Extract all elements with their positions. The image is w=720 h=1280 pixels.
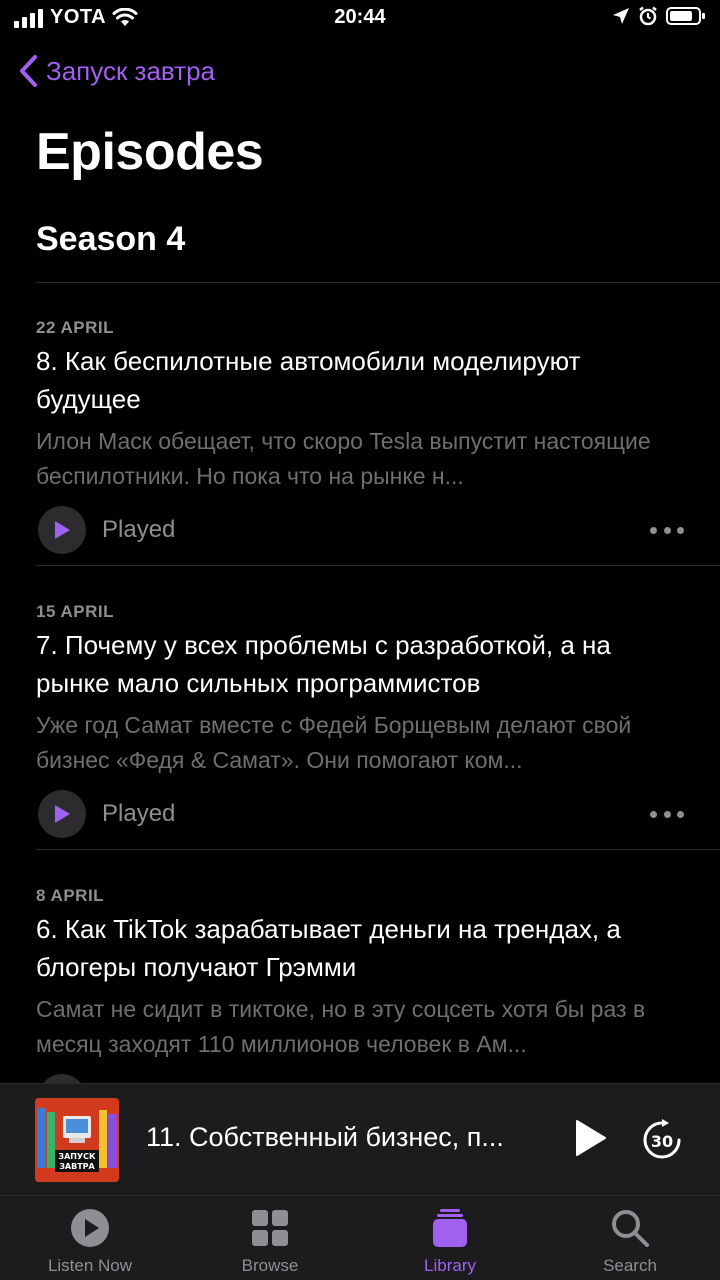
battery-icon [666,7,705,25]
grid-icon [252,1210,288,1246]
episode-description: Уже год Самат вместе с Федей Борщевым де… [36,712,632,773]
artwork-image: ЗАПУСК ЗАВТРА [35,1098,119,1182]
skip-forward-30-icon: 30 [643,1119,681,1159]
season-title[interactable]: Season 4 [36,220,185,259]
play-icon [576,1120,606,1156]
divider [36,282,720,283]
episode-description: Самат не сидит в тиктоке, но в эту соцсе… [36,996,646,1057]
episode-title[interactable]: 6. Как TikTok зарабатывает деньги на тре… [36,910,686,986]
episode-controls: Played [36,790,686,842]
episode-date: 22 APRIL [36,318,115,337]
tab-browse[interactable]: Browse [180,1196,360,1280]
tab-label: Listen Now [47,1256,133,1275]
episode-title[interactable]: 8. Как беспилотные автомобили моделируют… [36,342,686,418]
back-button[interactable]: Запуск завтра [18,54,215,88]
skip-seconds: 30 [651,1132,673,1151]
episode-date: 15 APRIL [36,602,115,621]
episode-item[interactable]: 22 APRIL 8. Как беспилотные автомобили м… [36,318,686,558]
more-options-icon[interactable] [650,516,684,544]
played-status: Played [102,516,176,543]
play-icon [55,521,70,539]
tab-library[interactable]: Library [360,1196,540,1280]
status-bar: YOTA 20:44 [0,0,720,40]
now-playing-title[interactable]: 11. Собственный бизнес, п... [146,1122,546,1153]
chevron-left-icon [20,55,37,87]
search-icon [612,1210,649,1247]
tab-bar: Listen Now Browse Library Search [0,1195,720,1280]
back-label: Запуск завтра [46,55,215,86]
episode-date: 8 APRIL [36,886,105,905]
episode-play-button[interactable] [38,790,86,838]
episode-description: Илон Маск обещает, что скоро Tesla выпус… [36,428,651,489]
library-icon [433,1209,467,1247]
svg-text:ЗАПУСК: ЗАПУСК [58,1152,96,1161]
mini-play-button[interactable] [572,1118,608,1163]
play-icon [55,805,70,823]
play-circle-icon [71,1209,109,1247]
tab-label: Search [603,1256,657,1275]
episode-controls: Played [36,506,686,558]
played-status: Played [102,800,176,827]
tab-label: Browse [241,1256,299,1275]
divider [36,565,720,566]
divider [36,849,720,850]
location-arrow-icon [613,8,629,24]
tab-label: Library [424,1256,476,1275]
episode-title[interactable]: 7. Почему у всех проблемы с разработкой,… [36,626,686,702]
page-title: Episodes [36,123,264,181]
mini-player[interactable]: ЗАПУСК ЗАВТРА 11. Собственный бизнес, п.… [0,1083,720,1195]
tab-listen-now[interactable]: Listen Now [0,1196,180,1280]
episode-play-button[interactable] [38,506,86,554]
status-right [612,6,706,26]
tab-search[interactable]: Search [540,1196,720,1280]
more-options-icon[interactable] [650,800,684,828]
episode-item[interactable]: 15 APRIL 7. Почему у всех проблемы с раз… [36,602,686,842]
alarm-icon [639,6,657,26]
skip-forward-button[interactable]: 30 [640,1118,684,1167]
svg-text:ЗАВТРА: ЗАВТРА [59,1162,95,1171]
podcast-artwork: ЗАПУСК ЗАВТРА [35,1098,119,1182]
